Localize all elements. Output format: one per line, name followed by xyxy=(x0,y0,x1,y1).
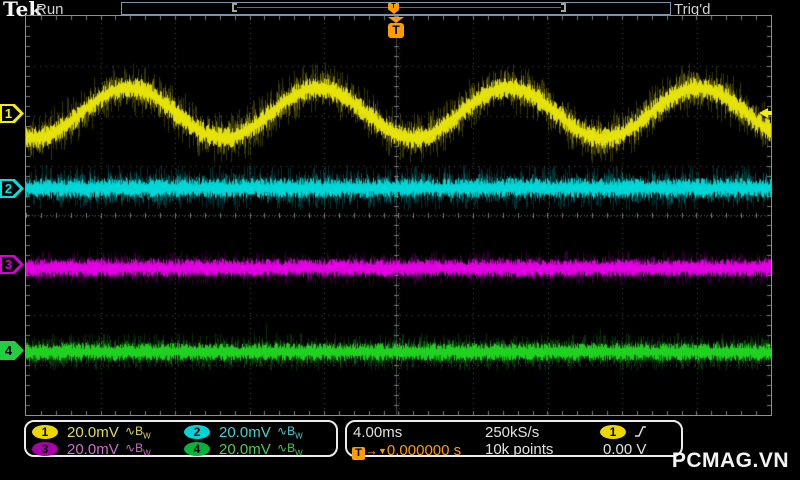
channel-marker-3[interactable]: 3 xyxy=(0,255,24,274)
trigger-position-value: 0.000000 s xyxy=(386,442,462,459)
bandwidth-icon: BW xyxy=(135,440,151,458)
marker-label: 3 xyxy=(4,257,13,272)
marker-label: 1 xyxy=(4,106,13,121)
trigger-position-mini-marker[interactable]: T xyxy=(388,3,399,14)
channel-3-badge: 3 xyxy=(32,442,58,456)
graticule xyxy=(25,15,772,416)
window-bracket-right-icon xyxy=(561,3,566,12)
channel-3-readout[interactable]: 3 20.0mV ∿BW xyxy=(32,440,151,458)
channel-4-readout[interactable]: 4 20.0mV ∿BW xyxy=(184,440,303,458)
channel-marker-2[interactable]: 2 xyxy=(0,179,24,198)
trigger-t-badge: T xyxy=(388,23,404,38)
trigger-position-marker[interactable]: T xyxy=(388,17,404,38)
trigger-t-icon: T xyxy=(352,447,365,460)
record-view-line xyxy=(237,7,561,8)
scope-root: Tek Run T Trig'd T 1 2 3 4 1 20.0mV ∿BW … xyxy=(0,0,800,480)
arrow-tail xyxy=(768,111,772,115)
channel-1-readout[interactable]: 1 20.0mV ∿BW xyxy=(32,423,151,441)
trigger-level-readout[interactable]: 0.00 V xyxy=(603,441,646,458)
channel-4-scale: 20.0mV xyxy=(219,440,271,458)
record-length-readout: 10k points xyxy=(485,441,554,458)
channel-2-scale: 20.0mV xyxy=(219,423,271,441)
acquisition-preview-bar[interactable]: T xyxy=(121,2,671,15)
trigger-position-readout[interactable]: T →▼0.000000 s xyxy=(352,442,461,460)
bandwidth-icon: BW xyxy=(287,423,303,441)
coupling-icon: ∿ xyxy=(125,423,136,438)
channel-4-badge: 4 xyxy=(184,442,210,456)
waveform-canvas xyxy=(26,16,771,415)
watermark: PCMAG.VN xyxy=(671,449,789,472)
rising-slope-icon xyxy=(635,426,646,437)
trigger-level-marker[interactable] xyxy=(759,108,772,118)
mini-trigger-t-badge: T xyxy=(388,3,399,10)
arrow-right-icon: → xyxy=(365,443,378,458)
horizontal-trigger-readout-box: 4.00ms 250kS/s 1 T →▼0.000000 s 10k point… xyxy=(345,420,683,460)
bandwidth-icon: BW xyxy=(287,440,303,458)
channel-2-readout[interactable]: 2 20.0mV ∿BW xyxy=(184,423,303,441)
channel-readout-box: 1 20.0mV ∿BW 2 20.0mV ∿BW 3 20.0mV ∿BW 4… xyxy=(24,420,338,458)
triangle-down-icon: ▼ xyxy=(378,446,387,456)
marker-label: 4 xyxy=(4,343,13,358)
coupling-icon: ∿ xyxy=(125,440,136,455)
channel-2-badge: 2 xyxy=(184,425,210,439)
horizontal-scale-readout[interactable]: 4.00ms xyxy=(353,424,402,441)
channel-3-scale: 20.0mV xyxy=(67,440,119,458)
channel-1-scale: 20.0mV xyxy=(67,423,119,441)
coupling-icon: ∿ xyxy=(277,423,288,438)
channel-marker-1[interactable]: 1 xyxy=(0,104,24,123)
coupling-icon: ∿ xyxy=(277,440,288,455)
triangle-down-icon xyxy=(388,10,399,14)
sample-rate-readout: 250kS/s xyxy=(485,424,540,441)
bandwidth-icon: BW xyxy=(135,423,151,441)
trigger-source-badge[interactable]: 1 xyxy=(600,425,626,439)
arrow-left-icon xyxy=(759,108,768,118)
channel-marker-4[interactable]: 4 xyxy=(0,341,24,360)
channel-1-badge: 1 xyxy=(32,425,58,439)
marker-label: 2 xyxy=(4,181,13,196)
